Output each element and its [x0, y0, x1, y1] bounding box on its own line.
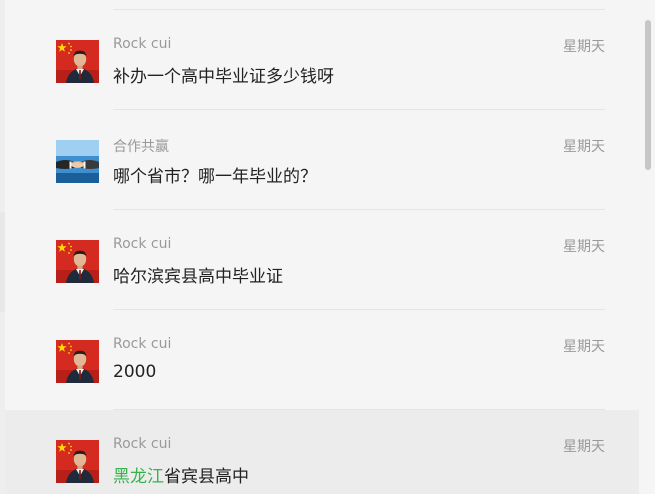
person-flag-avatar[interactable] — [56, 440, 99, 483]
sender-name: Rock cui — [113, 336, 172, 352]
scrollbar-thumb[interactable] — [645, 20, 651, 170]
message-preview-rest: 省宾县高中 — [164, 467, 249, 487]
sender-name: Rock cui — [113, 36, 172, 52]
sender-name: 合作共赢 — [113, 139, 169, 155]
message-time: 星期天 — [563, 439, 605, 455]
scrollbar-track[interactable] — [641, 0, 655, 494]
message-time: 星期天 — [563, 39, 605, 55]
message-preview: 哪个省市？哪一年毕业的？ — [113, 167, 317, 187]
highlighted-keyword: 黑龙江 — [113, 467, 164, 487]
person-flag-avatar[interactable] — [56, 240, 99, 283]
message-preview: 哈尔滨宾县高中毕业证 — [113, 267, 283, 287]
message-preview: 2000 — [113, 362, 157, 382]
conversation-item[interactable]: Rock cui 星期天 哈尔滨宾县高中毕业证 — [5, 210, 639, 310]
message-time: 星期天 — [563, 139, 605, 155]
conversation-item-selected[interactable]: Rock cui 星期天 黑龙江省宾县高中 — [5, 410, 639, 494]
sender-name: Rock cui — [113, 436, 172, 452]
message-time: 星期天 — [563, 339, 605, 355]
message-time: 星期天 — [563, 239, 605, 255]
sender-name: Rock cui — [113, 236, 172, 252]
conversation-item[interactable]: Rock cui 星期天 2000 — [5, 310, 639, 410]
person-flag-avatar[interactable] — [56, 40, 99, 83]
conversation-list: Rock cui 星期天 补办一个高中毕业证多少钱呀 合作共赢 星期天 哪个省市… — [5, 10, 639, 494]
conversation-item[interactable]: 合作共赢 星期天 哪个省市？哪一年毕业的？ — [5, 110, 639, 210]
conversation-item[interactable]: Rock cui 星期天 补办一个高中毕业证多少钱呀 — [5, 10, 639, 110]
handshake-avatar[interactable] — [56, 140, 99, 183]
message-preview: 黑龙江省宾县高中 — [113, 462, 249, 487]
message-preview: 补办一个高中毕业证多少钱呀 — [113, 67, 334, 87]
conversation-list-panel: Rock cui 星期天 补办一个高中毕业证多少钱呀 合作共赢 星期天 哪个省市… — [0, 0, 655, 494]
person-flag-avatar[interactable] — [56, 340, 99, 383]
